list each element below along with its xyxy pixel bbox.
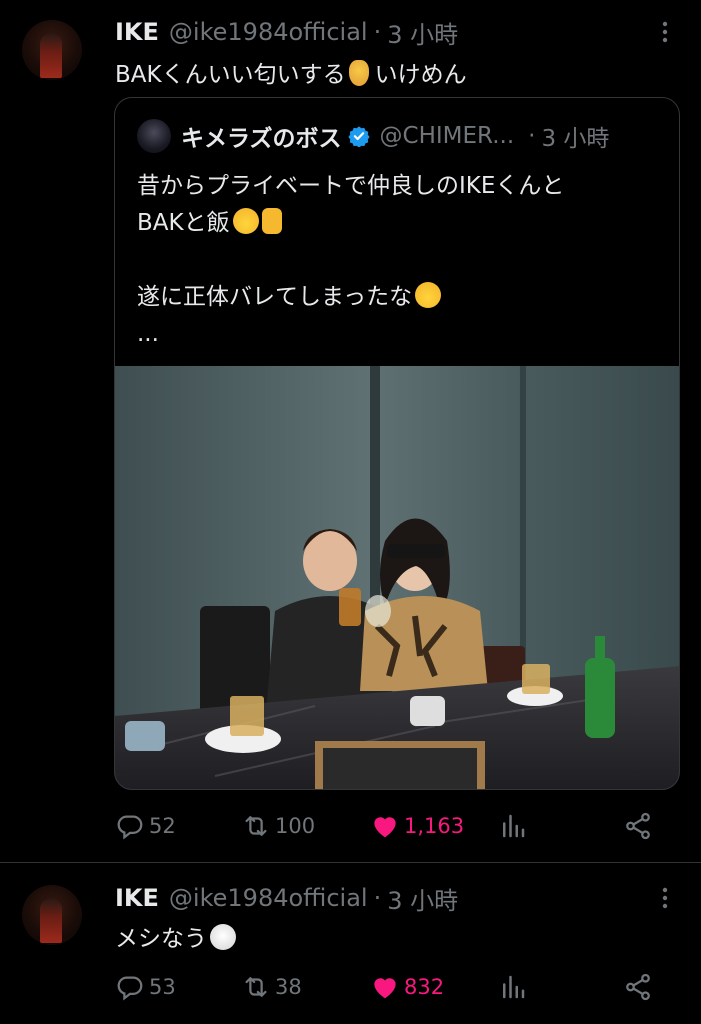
sunglasses-emoji	[415, 282, 442, 308]
quoted-text-part: 遂に正体バレてしまったな	[137, 284, 413, 310]
verified-badge-icon	[347, 126, 370, 147]
more-options-icon[interactable]	[650, 15, 680, 49]
quoted-display-name[interactable]: キメラズのボス	[181, 119, 342, 153]
like-count: 832	[404, 975, 445, 999]
like-count: 1,163	[404, 814, 465, 838]
retweet-count: 100	[275, 814, 316, 838]
photo-illustration	[115, 366, 679, 789]
retweet-icon	[245, 977, 267, 997]
sunglasses-emoji	[232, 208, 259, 234]
quoted-tweet[interactable]: キメラズのボス @CHIMER... · 3 小時 昔からプライベートで仲良しの…	[114, 97, 680, 790]
quoted-text-line	[137, 242, 564, 279]
views-chart-icon	[503, 814, 525, 838]
share-button[interactable]	[623, 811, 657, 841]
separator-dot: ·	[373, 18, 382, 46]
tweet-text-part: メシなう	[115, 926, 207, 952]
views-chart-icon	[503, 975, 525, 999]
quoted-avatar[interactable]	[137, 119, 171, 153]
avatar[interactable]	[22, 885, 82, 945]
retweet-button[interactable]: 38	[241, 972, 302, 1002]
retweet-icon	[245, 816, 267, 836]
retweet-count: 38	[275, 975, 302, 999]
share-icon	[626, 812, 650, 840]
tweet-text-part: BAKくんいい匂いする	[115, 62, 346, 88]
views-button[interactable]	[498, 972, 532, 1002]
reply-count: 52	[149, 814, 176, 838]
tweet[interactable]: IKE @ike1984official · 3 小時 メシなう 53 38 8…	[0, 863, 701, 1024]
tweet-header: IKE @ike1984official · 3 小時	[115, 15, 458, 49]
thumbs-up-emoji	[261, 208, 282, 234]
quoted-text-line: 昔からプライベートで仲良しのIKEくんと	[137, 173, 565, 199]
rice-ball-emoji	[210, 924, 236, 950]
user-handle[interactable]: @ike1984official	[169, 884, 368, 912]
quoted-text: 昔からプライベートで仲良しのIKEくんと BAKと飯 遂に正体バレてしまったな …	[137, 168, 564, 353]
more-options-icon[interactable]	[650, 881, 680, 915]
quoted-header: キメラズのボス @CHIMER... · 3 小時	[181, 118, 609, 154]
reply-button[interactable]: 53	[115, 972, 176, 1002]
user-handle[interactable]: @ike1984official	[169, 18, 368, 46]
views-button[interactable]	[498, 811, 532, 841]
action-bar: 53 38 832	[115, 967, 675, 1007]
quoted-text-part: BAKと飯	[137, 210, 230, 236]
tweet-text: BAKくんいい匂いする いけめん	[115, 55, 467, 89]
share-icon	[626, 973, 650, 1001]
action-bar: 52 100 1,163	[115, 806, 675, 846]
reply-button[interactable]: 52	[115, 811, 176, 841]
quoted-text-line: BAKと飯	[137, 205, 564, 242]
tweet-header: IKE @ike1984official · 3 小時	[115, 881, 458, 915]
avatar[interactable]	[22, 20, 82, 80]
timestamp[interactable]: 3 小時	[387, 881, 458, 916]
tweet-text-part: いけめん	[374, 62, 467, 88]
quoted-text-line: 遂に正体バレてしまったな	[137, 279, 564, 316]
display-name[interactable]: IKE	[115, 18, 159, 46]
quoted-handle[interactable]: @CHIMER...	[380, 123, 515, 149]
tweet[interactable]: IKE @ike1984official · 3 小時 BAKくんいい匂いする い…	[0, 0, 701, 862]
timestamp[interactable]: 3 小時	[387, 15, 458, 50]
separator-dot: ·	[373, 884, 382, 912]
tweet-photo[interactable]	[115, 366, 679, 789]
like-button[interactable]: 832	[370, 972, 444, 1002]
heart-filled-icon	[374, 817, 396, 838]
quoted-text-line: ...	[137, 321, 159, 347]
retweet-button[interactable]: 100	[241, 811, 315, 841]
share-button[interactable]	[623, 972, 657, 1002]
nose-emoji	[348, 60, 369, 86]
tweet-text: メシなう	[115, 919, 236, 953]
heart-filled-icon	[374, 978, 396, 999]
separator-dot: ·	[528, 123, 536, 149]
quoted-timestamp[interactable]: 3 小時	[541, 119, 609, 153]
reply-icon	[117, 815, 143, 840]
display-name[interactable]: IKE	[115, 884, 159, 912]
like-button[interactable]: 1,163	[370, 811, 464, 841]
reply-count: 53	[149, 975, 176, 999]
reply-icon	[117, 976, 143, 1001]
